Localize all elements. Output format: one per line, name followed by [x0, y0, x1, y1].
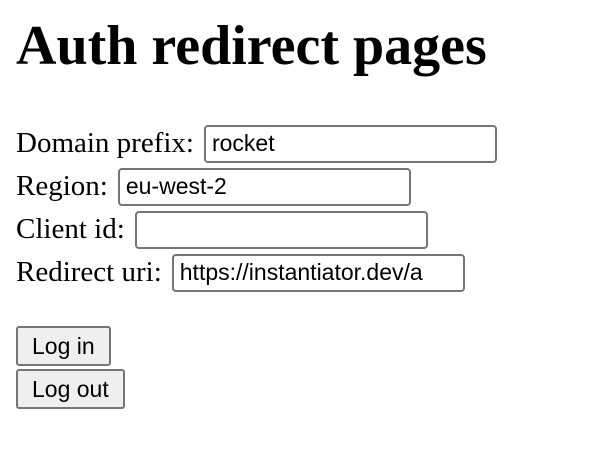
client-id-label: Client id: — [16, 213, 125, 245]
client-id-input[interactable] — [134, 210, 428, 249]
region-row: Region: — [16, 165, 594, 208]
domain-prefix-input[interactable] — [203, 124, 497, 163]
region-label: Region: — [16, 170, 108, 202]
action-buttons: Log in Log out — [16, 326, 594, 409]
log-in-button[interactable]: Log in — [16, 326, 111, 366]
auth-form: Domain prefix: Region: Client id: Redire… — [16, 122, 594, 294]
region-input[interactable] — [117, 167, 411, 206]
redirect-uri-row: Redirect uri: — [16, 251, 594, 294]
log-out-button[interactable]: Log out — [16, 369, 125, 409]
domain-prefix-label: Domain prefix: — [16, 127, 194, 159]
page: Auth redirect pages Domain prefix: Regio… — [0, 0, 610, 450]
redirect-uri-input[interactable] — [171, 253, 465, 292]
domain-prefix-row: Domain prefix: — [16, 122, 594, 165]
client-id-row: Client id: — [16, 208, 594, 251]
redirect-uri-label: Redirect uri: — [16, 256, 162, 288]
page-title: Auth redirect pages — [16, 15, 487, 77]
